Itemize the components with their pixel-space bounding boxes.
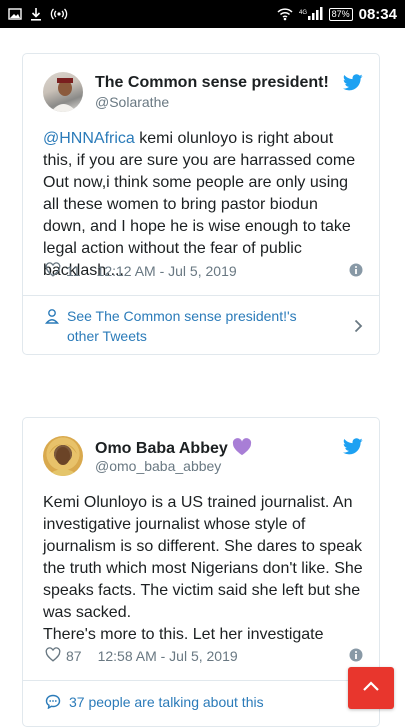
info-icon[interactable] — [349, 263, 363, 280]
speech-bubble-icon — [45, 694, 61, 714]
purple-heart-icon — [232, 438, 252, 461]
download-icon — [30, 7, 42, 21]
footer-label[interactable]: See The Common sense president!'s other … — [67, 306, 332, 346]
twitter-bird-icon[interactable] — [342, 74, 363, 96]
tweet-body: kemi olunloyo is right about this, if yo… — [43, 130, 356, 279]
scroll-to-top-button[interactable] — [348, 667, 394, 709]
chevron-up-icon — [362, 679, 380, 697]
mention-link[interactable]: @HNNAfrica — [43, 130, 135, 147]
footer-label[interactable]: 37 people are talking about this — [69, 692, 334, 712]
tweet-author[interactable]: Omo Baba Abbey @omo_baba_abbey — [43, 436, 363, 486]
tweet-meta: 87 12:58 AM - Jul 5, 2019 — [45, 647, 363, 665]
tweet-timestamp[interactable]: 12:12 AM - Jul 5, 2019 — [97, 263, 237, 279]
author-name[interactable]: The Common sense president! — [95, 74, 329, 92]
author-handle[interactable]: @omo_baba_abbey — [95, 458, 221, 474]
conversation-link[interactable]: 37 people are talking about this — [45, 692, 363, 714]
wifi-icon — [277, 7, 293, 21]
tweet-timestamp[interactable]: 12:58 AM - Jul 5, 2019 — [98, 648, 238, 664]
tweet-text: Kemi Olunloyo is a US trained journalist… — [43, 494, 363, 643]
like-count[interactable]: 87 — [66, 648, 82, 664]
like-count[interactable]: 11 — [66, 263, 81, 279]
tweet-author[interactable]: The Common sense president! @Solarathe — [43, 72, 363, 122]
svg-text:4G: 4G — [299, 10, 307, 16]
twitter-bird-icon[interactable] — [342, 438, 363, 460]
info-icon[interactable] — [349, 648, 363, 665]
embedded-tweet-card[interactable]: The Common sense president! @Solarathe @… — [22, 53, 380, 355]
author-handle[interactable]: @Solarathe — [95, 94, 169, 110]
tweet-text: @HNNAfrica kemi olunloyo is right about … — [43, 128, 363, 282]
signal-icon: 4G — [299, 7, 323, 21]
chevron-right-icon[interactable] — [354, 318, 363, 338]
battery-indicator: 87% — [328, 7, 353, 21]
gallery-icon — [8, 8, 22, 20]
tweet-meta: 11 12:12 AM - Jul 5, 2019 — [45, 262, 363, 280]
like-heart-icon[interactable] — [45, 262, 61, 280]
divider — [23, 295, 379, 296]
hotspot-icon — [50, 7, 68, 21]
embedded-tweet-card[interactable]: Omo Baba Abbey @omo_baba_abbey Kemi Olun… — [22, 417, 380, 727]
see-other-tweets-link[interactable]: See The Common sense president!'s other … — [44, 306, 363, 346]
avatar[interactable] — [43, 72, 83, 112]
status-bar: 4G 87% 08:34 — [0, 0, 405, 28]
like-heart-icon[interactable] — [45, 647, 61, 665]
clock: 08:34 — [358, 5, 397, 23]
avatar[interactable] — [43, 436, 83, 476]
person-icon — [44, 308, 60, 329]
divider — [23, 680, 379, 681]
